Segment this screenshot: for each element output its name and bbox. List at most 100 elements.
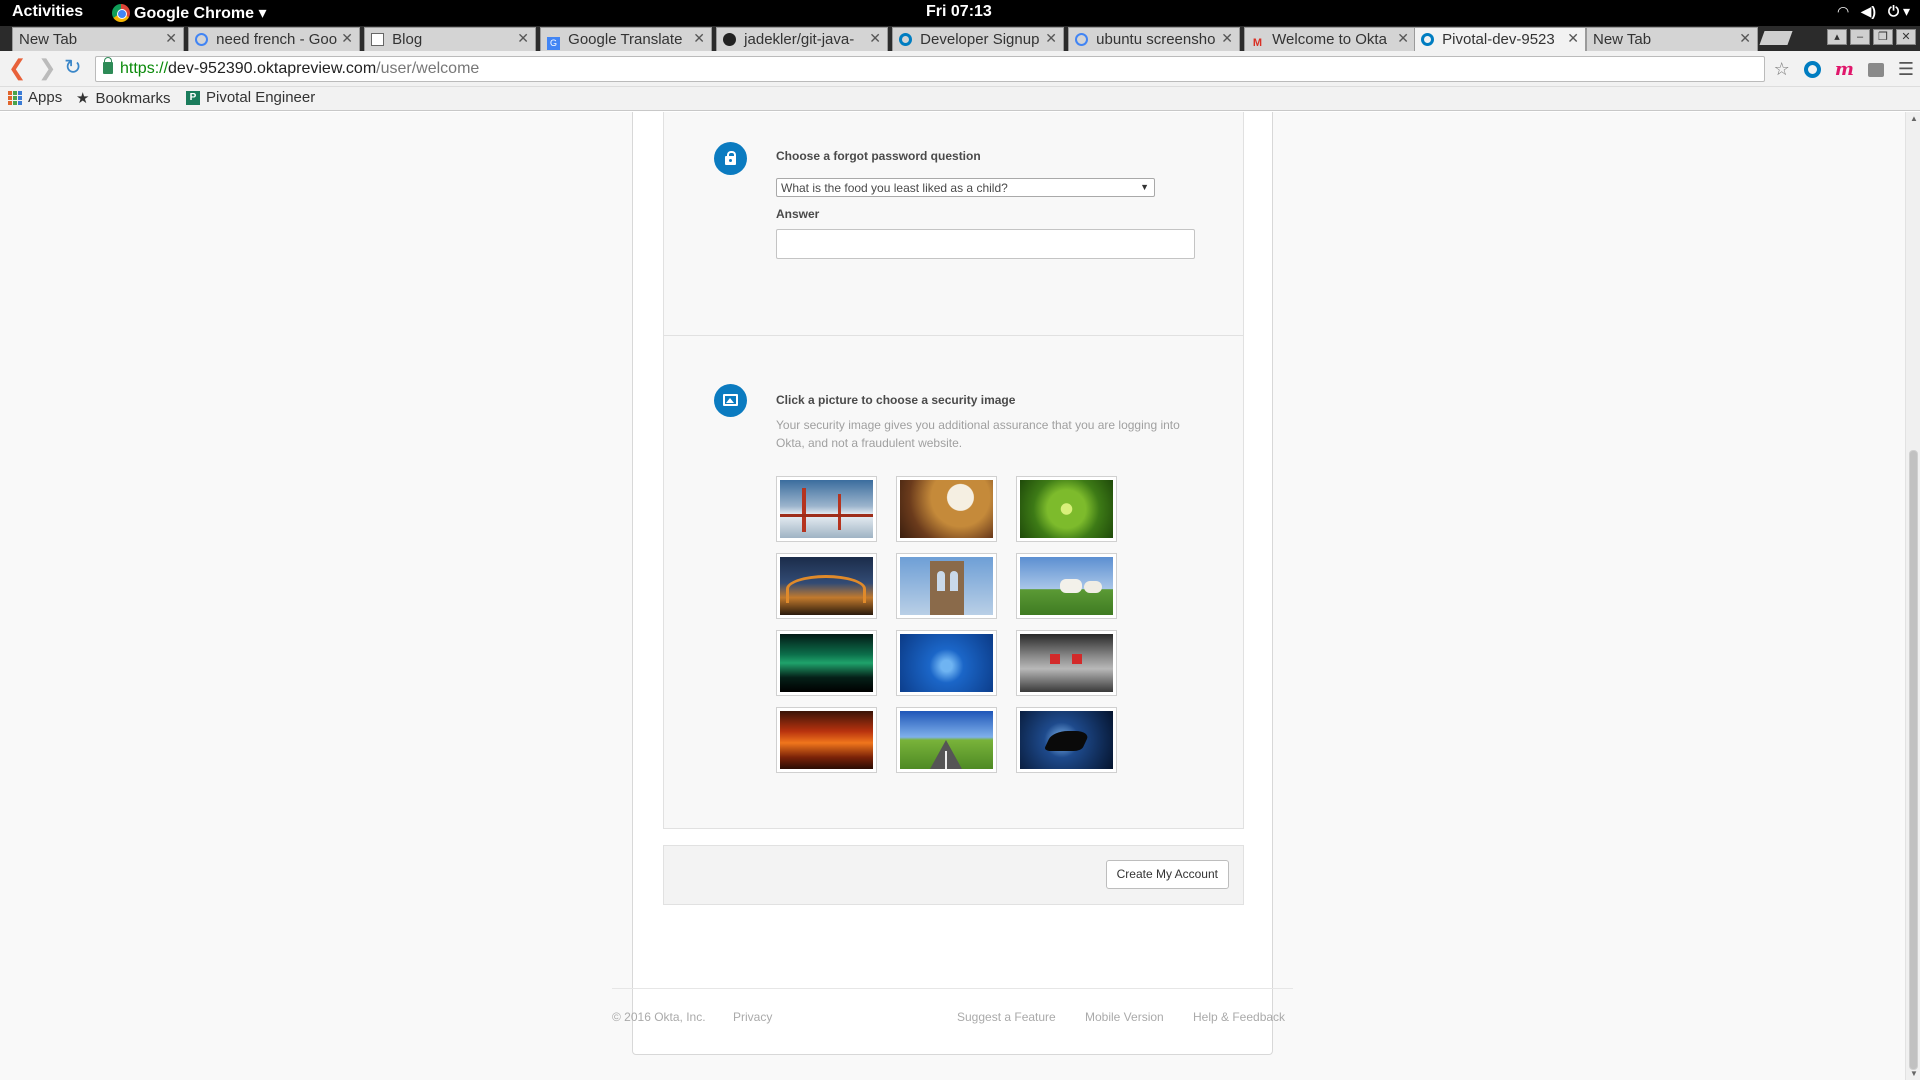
- app-menu-label: Google Chrome ▾: [134, 5, 267, 22]
- gmail-icon: M: [1252, 37, 1263, 49]
- lock-icon: [714, 142, 747, 175]
- aurora-image[interactable]: [776, 630, 877, 696]
- system-top-bar: Activities Google Chrome ▾ Fri 07:13 ◠ ◀…: [0, 0, 1920, 26]
- tab-label: Developer Signup: [920, 31, 1040, 48]
- app-menu[interactable]: Google Chrome ▾: [112, 3, 266, 23]
- forward-arrow-icon[interactable]: ❯: [38, 57, 56, 79]
- answer-input[interactable]: [776, 229, 1195, 259]
- tab-label: Pivotal-dev-9523: [1442, 31, 1555, 48]
- security-image-section: Click a picture to choose a security ima…: [663, 335, 1244, 829]
- privacy-link[interactable]: Privacy: [733, 1010, 772, 1024]
- create-account-button[interactable]: Create My Account: [1105, 860, 1229, 889]
- close-window-icon[interactable]: ✕: [1896, 29, 1916, 45]
- power-icon: ⏻ ▾: [1888, 3, 1910, 19]
- reload-icon[interactable]: ↻: [64, 57, 82, 79]
- tab-close-icon[interactable]: ✕: [1221, 30, 1233, 47]
- form-actions: Create My Account: [663, 845, 1244, 905]
- minimize-icon[interactable]: –: [1850, 29, 1870, 45]
- back-arrow-icon[interactable]: ❮: [8, 57, 26, 79]
- security-image-title: Click a picture to choose a security ima…: [776, 393, 1016, 407]
- new-tab-button[interactable]: [1759, 31, 1793, 45]
- tab-label: jadekler/git-java-: [744, 31, 855, 48]
- scrollbar-thumb[interactable]: [1909, 450, 1918, 1070]
- tab[interactable]: Blog ✕: [364, 27, 536, 51]
- tab[interactable]: need french - Goo ✕: [188, 27, 360, 51]
- tab-close-icon[interactable]: ✕: [165, 30, 177, 47]
- tab-strip: New Tab ✕ need french - Goo ✕ Blog ✕ G G…: [0, 26, 1920, 51]
- google-translate-icon: G: [547, 37, 560, 50]
- page-footer: © 2016 Okta, Inc. Privacy Suggest a Feat…: [612, 988, 1293, 1028]
- tab-close-icon[interactable]: ✕: [517, 30, 529, 47]
- tab-close-icon[interactable]: ✕: [1567, 30, 1579, 47]
- circuit-board-image[interactable]: [896, 630, 997, 696]
- help-feedback-link[interactable]: Help & Feedback: [1193, 1010, 1285, 1024]
- pivotal-icon: P: [186, 90, 200, 105]
- toolbar-icons: ☆ m ☰: [1774, 59, 1914, 80]
- tab-label: ubuntu screensho: [1096, 31, 1216, 48]
- activities-button[interactable]: Activities: [12, 3, 83, 21]
- bookmark-star-icon[interactable]: ☆: [1774, 59, 1790, 80]
- page-scrollbar[interactable]: ▲ ▼: [1905, 112, 1920, 1080]
- bookmark-bookmarks[interactable]: ★ Bookmarks: [76, 89, 171, 108]
- bookmarks-bar: Apps ★ Bookmarks P Pivotal Engineer: [0, 87, 1920, 111]
- clock[interactable]: Fri 07:13: [926, 3, 992, 21]
- sunset-clouds-image[interactable]: [776, 707, 877, 773]
- selected-question: What is the food you least liked as a ch…: [781, 181, 1008, 195]
- wifi-icon: ◠: [1837, 3, 1849, 19]
- tab-label: New Tab: [19, 31, 78, 48]
- answer-label: Answer: [776, 207, 820, 221]
- scroll-up-icon[interactable]: ▲: [1910, 114, 1918, 123]
- tab-close-icon[interactable]: ✕: [341, 30, 353, 47]
- tab-label: need french - Goo: [216, 31, 338, 48]
- chrome-menu-icon[interactable]: ☰: [1898, 59, 1914, 80]
- manta-ray-image[interactable]: [1016, 707, 1117, 773]
- tab-label: New Tab: [1593, 31, 1652, 48]
- tab[interactable]: jadekler/git-java- ✕: [716, 27, 888, 51]
- page-viewport: Choose a forgot password question What i…: [0, 112, 1905, 1080]
- address-bar[interactable]: https://dev-952390.oktapreview.com/user/…: [95, 56, 1765, 82]
- scroll-down-icon[interactable]: ▼: [1910, 1069, 1918, 1078]
- brooklyn-bridge-image[interactable]: [896, 553, 997, 619]
- suggest-feature-link[interactable]: Suggest a Feature: [957, 1010, 1056, 1024]
- tab-label: Welcome to Okta: [1272, 31, 1387, 48]
- url-host: dev-952390.oktapreview.com: [168, 60, 377, 77]
- bookmark-pivotal[interactable]: P Pivotal Engineer: [186, 89, 315, 106]
- chrome-icon: [112, 4, 130, 22]
- tab-close-icon[interactable]: ✕: [693, 30, 705, 47]
- bookmark-apps[interactable]: Apps: [8, 89, 62, 106]
- profile-icon[interactable]: ▴: [1827, 29, 1847, 45]
- secure-lock-icon: [103, 57, 113, 74]
- mobile-version-link[interactable]: Mobile Version: [1085, 1010, 1164, 1024]
- restore-icon[interactable]: ❐: [1873, 29, 1893, 45]
- bookmark-label: Bookmarks: [95, 89, 171, 107]
- system-tray[interactable]: ◠ ◀) ⏻ ▾: [1838, 3, 1910, 20]
- tab[interactable]: G Google Translate ✕: [540, 27, 712, 51]
- m-extension-icon[interactable]: m: [1835, 59, 1854, 80]
- bookmark-label: Pivotal Engineer: [206, 89, 316, 106]
- okta-icon: [1421, 33, 1434, 46]
- tab-close-icon[interactable]: ✕: [869, 30, 881, 47]
- tab[interactable]: New Tab ✕: [1586, 27, 1758, 51]
- tab-close-icon[interactable]: ✕: [1045, 30, 1057, 47]
- url-path: /user/welcome: [376, 60, 480, 77]
- beer-glass-image[interactable]: [896, 476, 997, 542]
- harbour-bridge-night-image[interactable]: [776, 553, 877, 619]
- tab[interactable]: ubuntu screensho ✕: [1068, 27, 1240, 51]
- tab[interactable]: M Welcome to Okta ✕: [1244, 27, 1416, 51]
- extension-icon[interactable]: [1867, 62, 1884, 77]
- tab-close-icon[interactable]: ✕: [1397, 30, 1409, 47]
- succulent-plant-image[interactable]: [1016, 476, 1117, 542]
- tab[interactable]: New Tab ✕: [12, 27, 184, 51]
- window-controls: ▴ – ❐ ✕: [1827, 29, 1916, 45]
- okta-extension-icon[interactable]: [1803, 61, 1821, 78]
- bookmark-label: Apps: [28, 89, 63, 106]
- open-road-image[interactable]: [896, 707, 997, 773]
- robot-image[interactable]: [1016, 630, 1117, 696]
- golden-gate-bridge-image[interactable]: [776, 476, 877, 542]
- tab-active[interactable]: Pivotal-dev-9523 ✕: [1414, 27, 1586, 51]
- question-select[interactable]: What is the food you least liked as a ch…: [776, 178, 1155, 197]
- tab[interactable]: Developer Signup ✕: [892, 27, 1064, 51]
- tab-close-icon[interactable]: ✕: [1739, 30, 1751, 47]
- github-icon: [723, 33, 736, 46]
- sheep-field-image[interactable]: [1016, 553, 1117, 619]
